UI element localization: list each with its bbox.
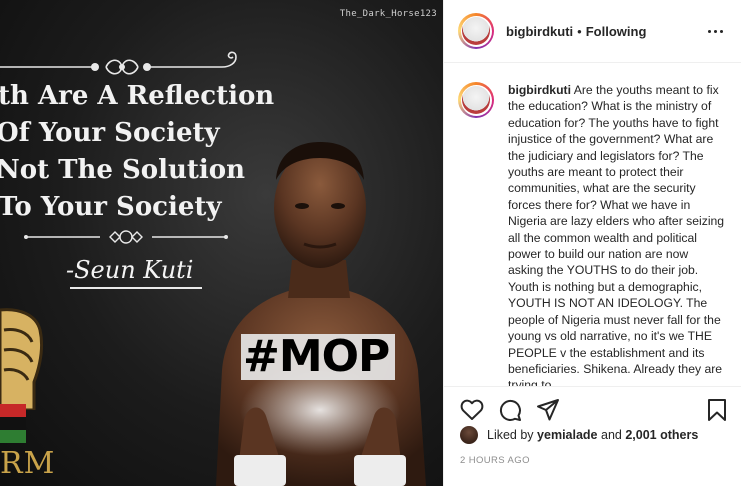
logo-letters: RM [0,446,56,481]
likes-joiner: and [601,428,622,442]
likes-row: Liked by yemialade and 2,001 others [460,426,731,444]
avatar[interactable] [458,13,494,49]
caption-text: bigbirdkuti Are the youths meant to fix … [508,82,726,386]
flag-stripes [0,404,26,444]
share-icon[interactable] [536,398,560,422]
post-image[interactable]: The_Dark_Horse123 th Are A Reflection Of… [0,0,443,486]
caption-avatar[interactable] [458,82,494,118]
header-username[interactable]: bigbirdkuti [506,24,573,39]
heart-icon[interactable] [460,399,484,421]
post-panel: bigbirdkuti • Following bigbirdkuti Are … [443,0,741,486]
caption-body: Are the youths meant to fix the educatio… [508,83,725,386]
post-timestamp[interactable]: 2 HOURS AGO [460,455,530,466]
more-options-icon[interactable] [704,24,727,39]
following-button[interactable]: Following [586,24,647,39]
fist-icon [0,308,44,410]
liker-avatar[interactable] [460,426,478,444]
comment-icon[interactable] [498,398,522,422]
caption-area: bigbirdkuti Are the youths meant to fix … [444,64,741,386]
hashtag-label: #MOP [241,334,396,380]
bookmark-icon[interactable] [707,398,727,422]
person-photo [216,142,426,486]
image-watermark: The_Dark_Horse123 [339,9,437,19]
signature: -Seun Kuti [66,256,194,284]
post-header: bigbirdkuti • Following [444,0,741,63]
likes-count[interactable]: 2,001 others [625,428,698,442]
caption-username[interactable]: bigbirdkuti [508,83,571,97]
signature-underline [70,287,202,289]
liked-by-user[interactable]: yemialade [537,428,597,442]
quote-line: th Are A Reflection [0,81,275,111]
likes-prefix: Liked by [487,428,534,442]
header-separator: • [577,23,582,39]
